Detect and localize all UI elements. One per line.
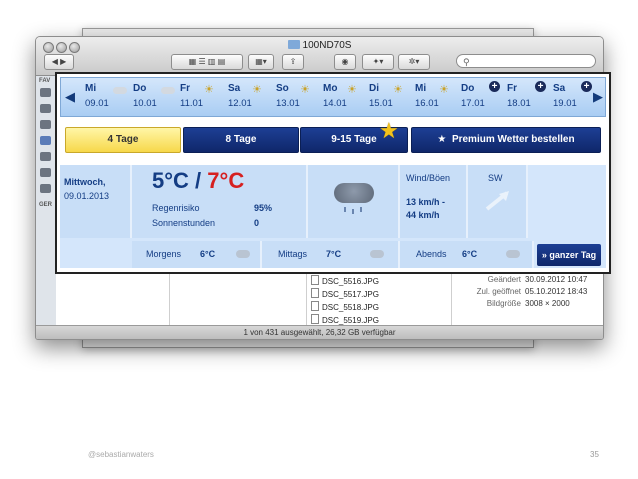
magnifier-icon: ⚲ [463,57,470,67]
date-cell: Mittwoch, 09.01.2013 [60,165,132,238]
day-tab[interactable]: So 13.01 ☀ [274,81,318,115]
image-file-icon [311,275,319,285]
temperature-cell: 5°C / 7°C Regenrisiko 95% Sonnenstunden … [132,165,308,238]
day-tab[interactable]: Fr 11.01 ☀ [178,81,222,115]
meta-modified: Geändert 30.09.2012 10:47 [487,275,588,284]
sun-cloud-icon: ☀ [300,84,310,96]
share-button[interactable]: ⇪ [282,54,304,70]
sun-cloud-icon: ☀ [393,84,403,96]
rain-drop [352,209,354,214]
sun-cloud-icon: ☀ [252,84,262,96]
temperature-range: 5°C / 7°C [152,168,245,193]
day-tab[interactable]: Do 17.01 + [459,81,503,115]
meta-image-size: Bildgröße 3008 × 2000 [486,299,570,308]
sidebar-item[interactable] [40,184,51,193]
prev-arrow-icon[interactable]: ◀ [63,87,77,107]
author-handle: @sebastianwaters [88,450,154,459]
day-tab[interactable]: Sa 12.01 ☀ [226,81,270,115]
list-item[interactable]: DSC_5517.JPG [311,288,379,299]
wind-cell: Wind/Böen 13 km/h - 44 km/h [400,165,468,238]
cloud-icon [236,250,250,258]
view-mode-switcher[interactable]: ▦ ☰ ▥ ▤ [171,54,243,70]
condition-cell [308,165,400,238]
list-item[interactable]: DSC_5518.JPG [311,301,379,312]
weather-widget: ◀ Mi 09.01 Do 10.01 Fr 11.01 ☀ Sa 12.01 ☀ So… [55,72,611,274]
sun-cloud-icon: ☀ [439,84,449,96]
sidebar-item[interactable] [40,152,51,161]
sidebar-section-label: GER [39,202,53,208]
sidebar-item[interactable] [40,168,51,177]
cloud-icon [370,250,384,258]
folder-icon [287,40,300,49]
finder-sidebar: FAV GER [36,76,56,326]
sidebar-item-selected[interactable] [40,136,51,145]
day-tab[interactable]: Mi 09.01 [83,81,127,115]
back-forward-buttons[interactable]: ◀ ▶ [44,54,74,70]
premium-button[interactable]: ★ Premium Wetter bestellen [411,127,601,153]
period-noon: Mittags 7°C [262,241,400,268]
sun-cloud-icon [161,87,175,94]
sidebar-item[interactable] [40,120,51,129]
star-icon: ★ [379,118,399,143]
day-tab[interactable]: Di 15.01 ☀ [367,81,411,115]
page-number: 35 [590,450,599,459]
meta-last-opened: Zul. geöffnet 05.10.2012 18:43 [476,287,588,296]
rain-drop [360,207,362,212]
sun-cloud-icon [113,87,127,94]
plus-icon: + [535,81,546,92]
day-tab[interactable]: Sa 19.01 + [551,81,595,115]
list-item[interactable]: DSC_5519.JPG [311,314,379,325]
wind-direction-cell: SW [468,165,528,238]
next-arrow-icon[interactable]: ▶ [591,87,605,107]
cloud-icon [506,250,520,258]
day-tab[interactable]: Mi 16.01 ☀ [413,81,457,115]
day-tab[interactable]: Mo 14.01 ☀ [321,81,365,115]
image-file-icon [311,314,319,324]
plus-icon: + [489,81,500,92]
status-bar: 1 von 431 ausgewählt, 26,32 GB verfügbar [36,325,603,339]
rain-cloud-icon [334,183,374,203]
image-file-icon [311,288,319,298]
arrange-button[interactable]: ▦▾ [248,54,274,70]
star-icon: ★ [437,134,452,145]
day-tab[interactable]: Do 10.01 [131,81,175,115]
sidebar-section-label: FAV [39,78,51,84]
sidebar-item[interactable] [40,104,51,113]
tab-4-days[interactable]: 4 Tage [65,127,181,153]
wind-direction-arrow-icon [485,191,509,211]
search-input[interactable]: ⚲ [456,54,596,68]
day-strip: ◀ Mi 09.01 Do 10.01 Fr 11.01 ☀ Sa 12.01 ☀ So… [60,77,606,117]
list-item[interactable]: DSC_5516.JPG [311,275,379,286]
sidebar-item[interactable] [40,88,51,97]
window-title: 100ND70S [36,40,603,51]
image-file-icon [311,301,319,311]
finder-titlebar: 100ND70S ◀ ▶ ▦ ☰ ▥ ▤ ▦▾ ⇪ ◉ ✦▾ ✲▾ ⚲ [36,37,603,76]
sun-cloud-icon: ☀ [204,84,214,96]
whole-day-button[interactable]: » ganzer Tag [537,244,601,266]
forecast-panel: Mittwoch, 09.01.2013 5°C / 7°C Regenrisi… [60,165,606,268]
quicklook-button[interactable]: ◉ [334,54,356,70]
rain-drop [344,207,346,212]
day-tab[interactable]: Fr 18.01 + [505,81,549,115]
tab-8-days[interactable]: 8 Tage [183,127,299,153]
dropbox-button[interactable]: ✦▾ [362,54,394,70]
period-row: Morgens 6°C Mittags 7°C Abends 6°C [60,241,606,268]
sun-cloud-icon: ☀ [347,84,357,96]
period-morning: Morgens 6°C [132,241,262,268]
period-evening: Abends 6°C [400,241,534,268]
action-gear-button[interactable]: ✲▾ [398,54,430,70]
